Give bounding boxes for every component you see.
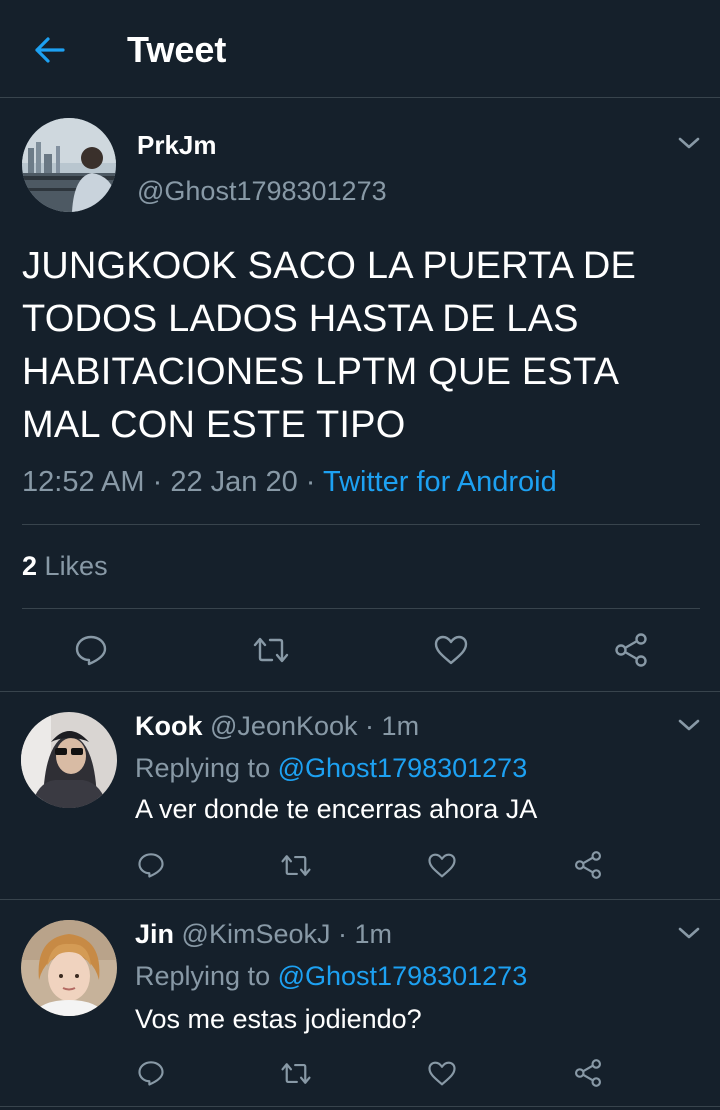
retweet-button[interactable]	[278, 1056, 314, 1090]
reply-menu-button[interactable]	[676, 923, 702, 948]
reply-time: 1m	[354, 919, 393, 949]
reply-button[interactable]	[134, 1056, 168, 1090]
meta-separator: ·	[365, 711, 375, 741]
reply-button[interactable]	[70, 630, 112, 670]
meta-separator: ·	[338, 919, 347, 949]
replying-to-handle[interactable]: @Ghost1798301273	[278, 961, 528, 991]
reply-author-name[interactable]: Kook	[135, 711, 203, 741]
likes-count: 2	[22, 551, 38, 581]
share-button[interactable]	[571, 848, 605, 882]
tweet-source-link[interactable]: Twitter for Android	[323, 466, 557, 498]
retweet-button[interactable]	[278, 848, 314, 882]
replying-to: Replying to @Ghost1798301273	[135, 753, 527, 784]
author-avatar[interactable]	[22, 118, 116, 212]
comment-icon	[138, 853, 164, 878]
divider	[22, 524, 700, 525]
retweet-icon	[281, 1062, 311, 1084]
tweet-text: JUNGKOOK SACO LA PUERTA DE TODOS LADOS H…	[22, 240, 702, 452]
divider	[0, 899, 720, 900]
chevron-down-icon	[678, 719, 700, 731]
divider	[0, 1106, 720, 1107]
retweet-button[interactable]	[250, 630, 292, 670]
back-button[interactable]	[30, 32, 70, 68]
like-button[interactable]	[425, 848, 459, 882]
tweet-meta: 12:52 AM · 22 Jan 20 · Twitter for Andro…	[22, 466, 557, 499]
retweet-icon	[253, 637, 289, 663]
reply-text: A ver donde te encerras ahora JA	[135, 794, 538, 824]
comment-icon	[75, 635, 107, 666]
reply-text: Vos me estas jodiendo?	[135, 1004, 422, 1034]
arrow-left-icon	[35, 37, 65, 63]
replying-to-label: Replying to	[135, 753, 271, 783]
reply-button[interactable]	[134, 848, 168, 882]
tweet-text-line: HABITACIONES LPTM QUE ESTA	[22, 351, 620, 393]
replying-to: Replying to @Ghost1798301273	[135, 961, 527, 992]
reply-header: Kook @JeonKook · 1m	[135, 711, 419, 742]
share-icon	[574, 1059, 602, 1087]
meta-separator: ·	[152, 466, 163, 498]
reply-time: 1m	[381, 711, 420, 741]
top-bar: Tweet	[0, 0, 720, 98]
heart-icon	[434, 635, 468, 665]
share-button[interactable]	[610, 630, 652, 670]
author-name[interactable]: PrkJm	[137, 130, 217, 161]
tweet-time: 12:52 AM	[22, 466, 145, 498]
like-button[interactable]	[430, 630, 472, 670]
page-title: Tweet	[127, 29, 227, 70]
divider	[22, 608, 700, 609]
tweet-text-line: TODOS LADOS HASTA DE LAS	[22, 298, 579, 340]
chevron-down-icon	[678, 137, 700, 149]
share-icon	[574, 851, 602, 879]
heart-icon	[428, 1061, 456, 1085]
chevron-down-icon	[678, 927, 700, 939]
reply-menu-button[interactable]	[676, 715, 702, 740]
tweet-date: 22 Jan 20	[170, 466, 298, 498]
author-handle[interactable]: @Ghost1798301273	[137, 176, 387, 207]
tweet-menu-button[interactable]	[676, 133, 702, 158]
tweet-text-line: JUNGKOOK SACO LA PUERTA DE	[22, 245, 637, 287]
reply-avatar[interactable]	[21, 712, 117, 808]
reply-author-name[interactable]: Jin	[135, 919, 174, 949]
like-button[interactable]	[425, 1056, 459, 1090]
replying-to-handle[interactable]: @Ghost1798301273	[278, 753, 528, 783]
likes-label: Likes	[44, 551, 108, 581]
share-button[interactable]	[571, 1056, 605, 1090]
meta-separator: ·	[305, 466, 316, 498]
reply-author-handle[interactable]: @JeonKook	[210, 711, 358, 741]
share-icon	[615, 633, 647, 667]
likes-stat[interactable]: 2 Likes	[22, 551, 108, 582]
reply-header: Jin @KimSeokJ · 1m	[135, 919, 392, 950]
tweet-text-line: MAL CON ESTE TIPO	[22, 404, 406, 446]
replying-to-label: Replying to	[135, 961, 271, 991]
reply-avatar[interactable]	[21, 920, 117, 1016]
retweet-icon	[281, 854, 311, 876]
reply-author-handle[interactable]: @KimSeokJ	[182, 919, 331, 949]
heart-icon	[428, 853, 456, 877]
divider	[0, 691, 720, 692]
comment-icon	[138, 1061, 164, 1086]
